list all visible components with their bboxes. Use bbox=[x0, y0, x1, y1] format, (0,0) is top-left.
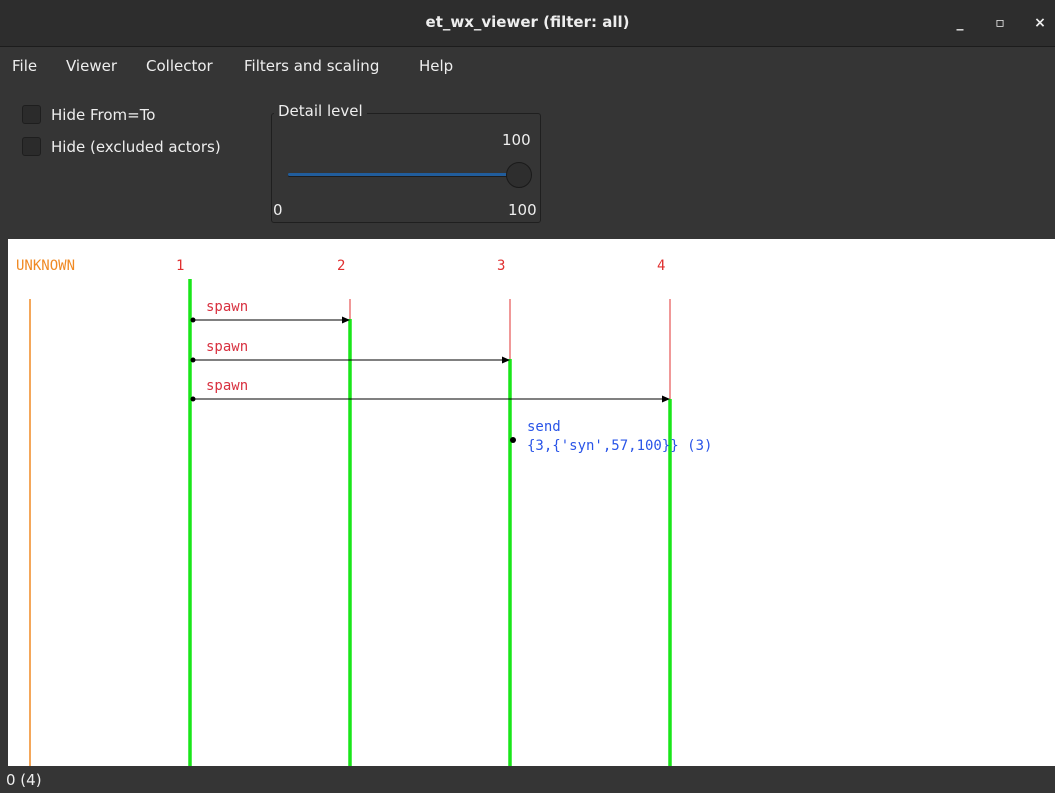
actor-label-2[interactable]: 2 bbox=[337, 258, 345, 274]
actor-label-3[interactable]: 3 bbox=[497, 258, 505, 274]
minimize-button[interactable]: _ bbox=[947, 10, 973, 36]
close-button[interactable]: × bbox=[1027, 10, 1053, 36]
detail-slider-min: 0 bbox=[273, 201, 283, 219]
send-label[interactable]: send bbox=[527, 419, 561, 435]
hide-excluded-checkbox[interactable] bbox=[22, 137, 41, 156]
status-bar: 0 (4) bbox=[0, 766, 1055, 793]
title-bar: et_wx_viewer (filter: all) _ ▫ × bbox=[0, 0, 1055, 47]
menu-help[interactable]: Help bbox=[419, 57, 453, 75]
detail-slider-max: 100 bbox=[508, 201, 537, 219]
detail-level-value: 100 bbox=[502, 131, 531, 149]
hide-excluded-option[interactable]: Hide (excluded actors) bbox=[22, 137, 221, 156]
send-event-dot bbox=[510, 437, 516, 443]
arrow-origin-dot bbox=[190, 317, 196, 323]
send-message-detail[interactable]: {3,{'syn',57,100}} (3) bbox=[527, 438, 712, 454]
actor-label-4[interactable]: 4 bbox=[657, 258, 665, 274]
hide-from-to-option[interactable]: Hide From=To bbox=[22, 105, 156, 124]
actor-label-1[interactable]: 1 bbox=[176, 258, 184, 274]
hide-from-to-label: Hide From=To bbox=[51, 105, 156, 124]
arrow-origin-dot bbox=[190, 396, 196, 402]
sequence-diagram: UNKNOWN 1 2 3 4 spawn spawn spawn send {… bbox=[16, 258, 712, 766]
sequence-diagram-canvas[interactable]: UNKNOWN 1 2 3 4 spawn spawn spawn send {… bbox=[8, 239, 1055, 766]
detail-level-frame bbox=[271, 113, 541, 223]
spawn-label[interactable]: spawn bbox=[206, 378, 248, 394]
spawn-label[interactable]: spawn bbox=[206, 299, 248, 315]
status-text: 0 (4) bbox=[6, 771, 42, 789]
hide-from-to-checkbox[interactable] bbox=[22, 105, 41, 124]
menu-filters-and-scaling[interactable]: Filters and scaling bbox=[244, 57, 379, 75]
menu-file[interactable]: File bbox=[12, 57, 37, 75]
actor-label-unknown[interactable]: UNKNOWN bbox=[16, 258, 75, 274]
arrow-origin-dot bbox=[190, 357, 196, 363]
hide-excluded-label: Hide (excluded actors) bbox=[51, 137, 221, 156]
detail-slider-knob[interactable] bbox=[506, 162, 532, 188]
window-title: et_wx_viewer (filter: all) bbox=[425, 13, 630, 31]
menu-viewer[interactable]: Viewer bbox=[66, 57, 117, 75]
menu-collector[interactable]: Collector bbox=[146, 57, 213, 75]
maximize-button[interactable]: ▫ bbox=[987, 10, 1013, 36]
spawn-label[interactable]: spawn bbox=[206, 339, 248, 355]
detail-slider-fill bbox=[288, 173, 518, 176]
detail-level-label: Detail level bbox=[274, 102, 367, 120]
menu-bar: File Viewer Collector Filters and scalin… bbox=[0, 47, 1055, 87]
